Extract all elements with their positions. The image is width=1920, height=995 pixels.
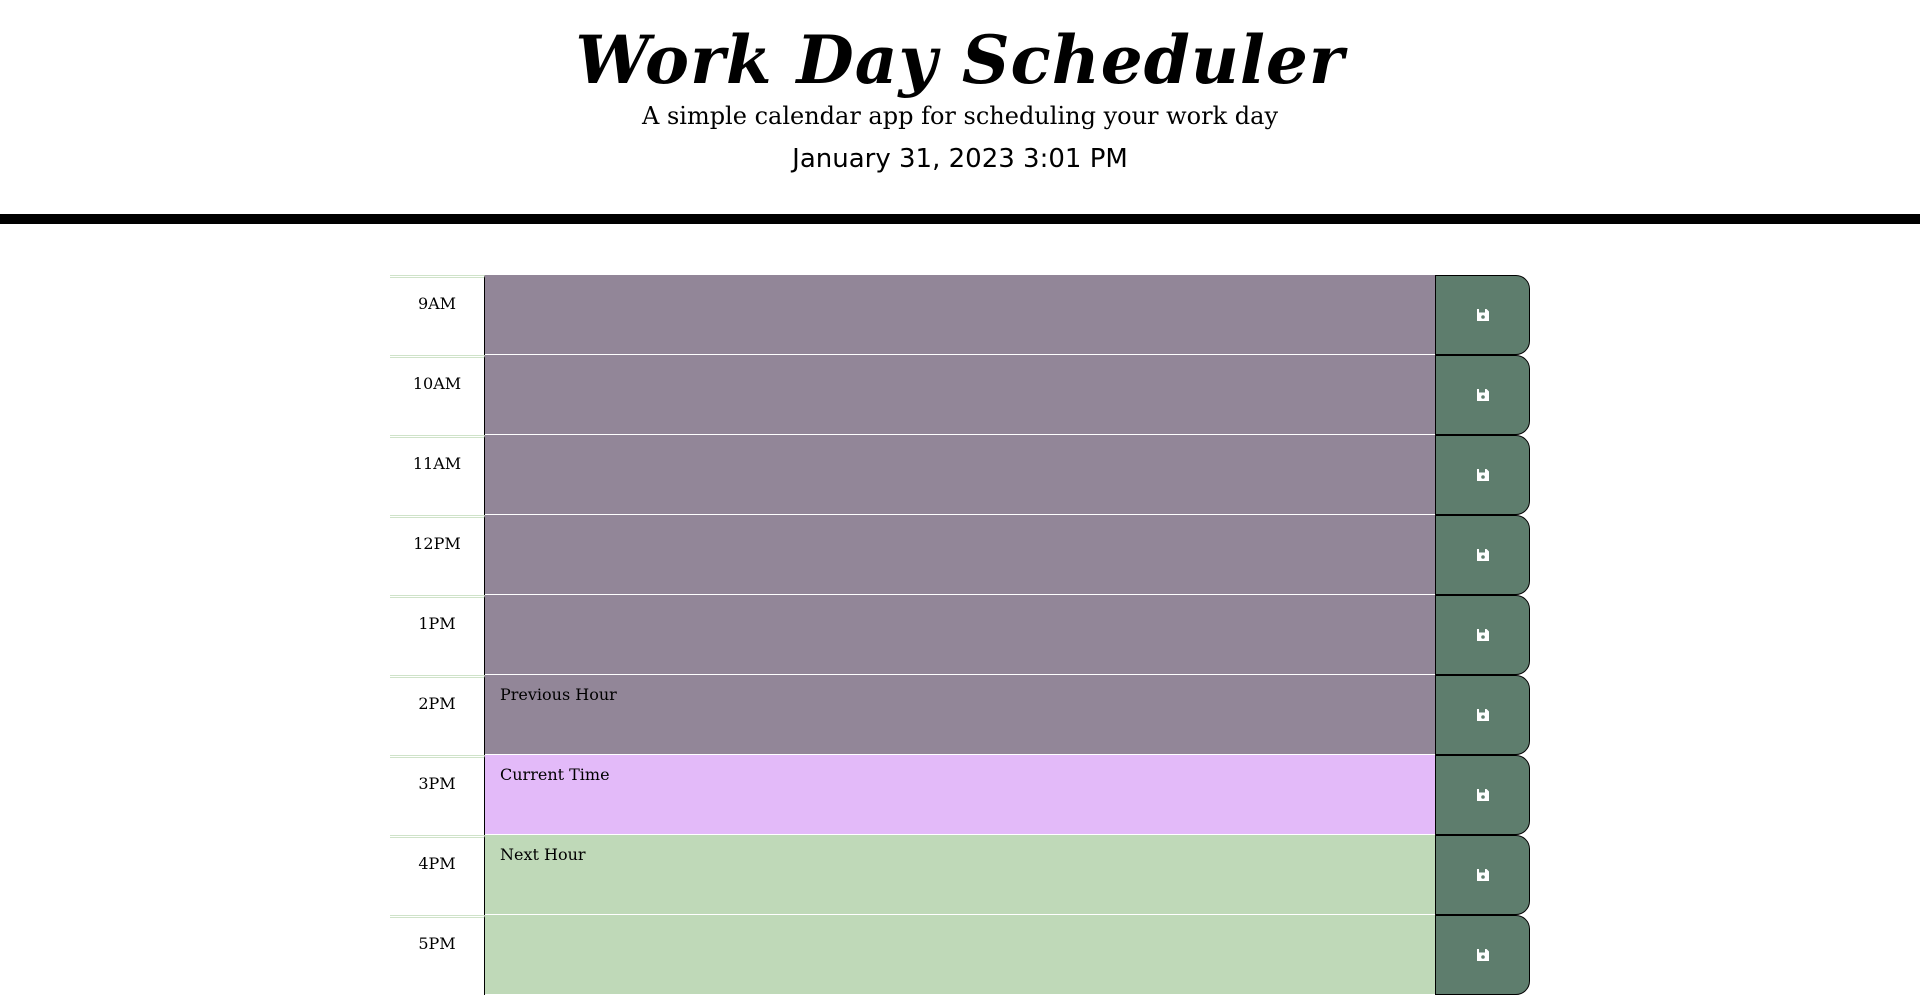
time-block-4pm: 4PM Next Hour xyxy=(390,835,1530,915)
save-button[interactable] xyxy=(1435,835,1530,915)
save-icon xyxy=(1476,948,1490,962)
time-block-12pm: 12PM xyxy=(390,515,1530,595)
save-icon xyxy=(1476,708,1490,722)
schedule-container: 9AM 10AM 11AM 12PM 1PM 2PM Previous Hour… xyxy=(390,275,1530,995)
event-description-input[interactable] xyxy=(485,275,1435,355)
event-description-input[interactable]: Current Time xyxy=(485,755,1435,835)
hour-label: 9AM xyxy=(390,275,485,355)
save-icon xyxy=(1476,788,1490,802)
event-description-input[interactable] xyxy=(485,355,1435,435)
save-button[interactable] xyxy=(1435,755,1530,835)
hour-label: 11AM xyxy=(390,435,485,515)
save-button[interactable] xyxy=(1435,275,1530,355)
save-icon xyxy=(1476,308,1490,322)
save-icon xyxy=(1476,548,1490,562)
time-block-5pm: 5PM xyxy=(390,915,1530,995)
event-description-input[interactable] xyxy=(485,515,1435,595)
app-title: Work Day Scheduler xyxy=(575,21,1345,99)
hour-label: 5PM xyxy=(390,915,485,995)
app-subtitle: A simple calendar app for scheduling you… xyxy=(641,102,1278,130)
hour-label: 4PM xyxy=(390,835,485,915)
save-button[interactable] xyxy=(1435,435,1530,515)
hour-label: 3PM xyxy=(390,755,485,835)
save-button[interactable] xyxy=(1435,515,1530,595)
time-block-9am: 9AM xyxy=(390,275,1530,355)
time-block-2pm: 2PM Previous Hour xyxy=(390,675,1530,755)
save-icon xyxy=(1476,628,1490,642)
hour-label: 12PM xyxy=(390,515,485,595)
time-block-11am: 11AM xyxy=(390,435,1530,515)
save-button[interactable] xyxy=(1435,355,1530,435)
event-description-input[interactable]: Next Hour xyxy=(485,835,1435,915)
event-description-input[interactable] xyxy=(485,915,1435,995)
time-block-1pm: 1PM xyxy=(390,595,1530,675)
time-block-10am: 10AM xyxy=(390,355,1530,435)
save-icon xyxy=(1476,468,1490,482)
hour-label: 1PM xyxy=(390,595,485,675)
current-datetime: January 31, 2023 3:01 PM xyxy=(792,144,1128,174)
event-description-input[interactable] xyxy=(485,435,1435,515)
save-icon xyxy=(1476,388,1490,402)
event-description-input[interactable]: Previous Hour xyxy=(485,675,1435,755)
save-icon xyxy=(1476,868,1490,882)
save-button[interactable] xyxy=(1435,915,1530,995)
page-header: Work Day Scheduler A simple calendar app… xyxy=(0,0,1920,224)
hour-label: 2PM xyxy=(390,675,485,755)
event-description-input[interactable] xyxy=(485,595,1435,675)
save-button[interactable] xyxy=(1435,595,1530,675)
time-block-3pm: 3PM Current Time xyxy=(390,755,1530,835)
hour-label: 10AM xyxy=(390,355,485,435)
save-button[interactable] xyxy=(1435,675,1530,755)
